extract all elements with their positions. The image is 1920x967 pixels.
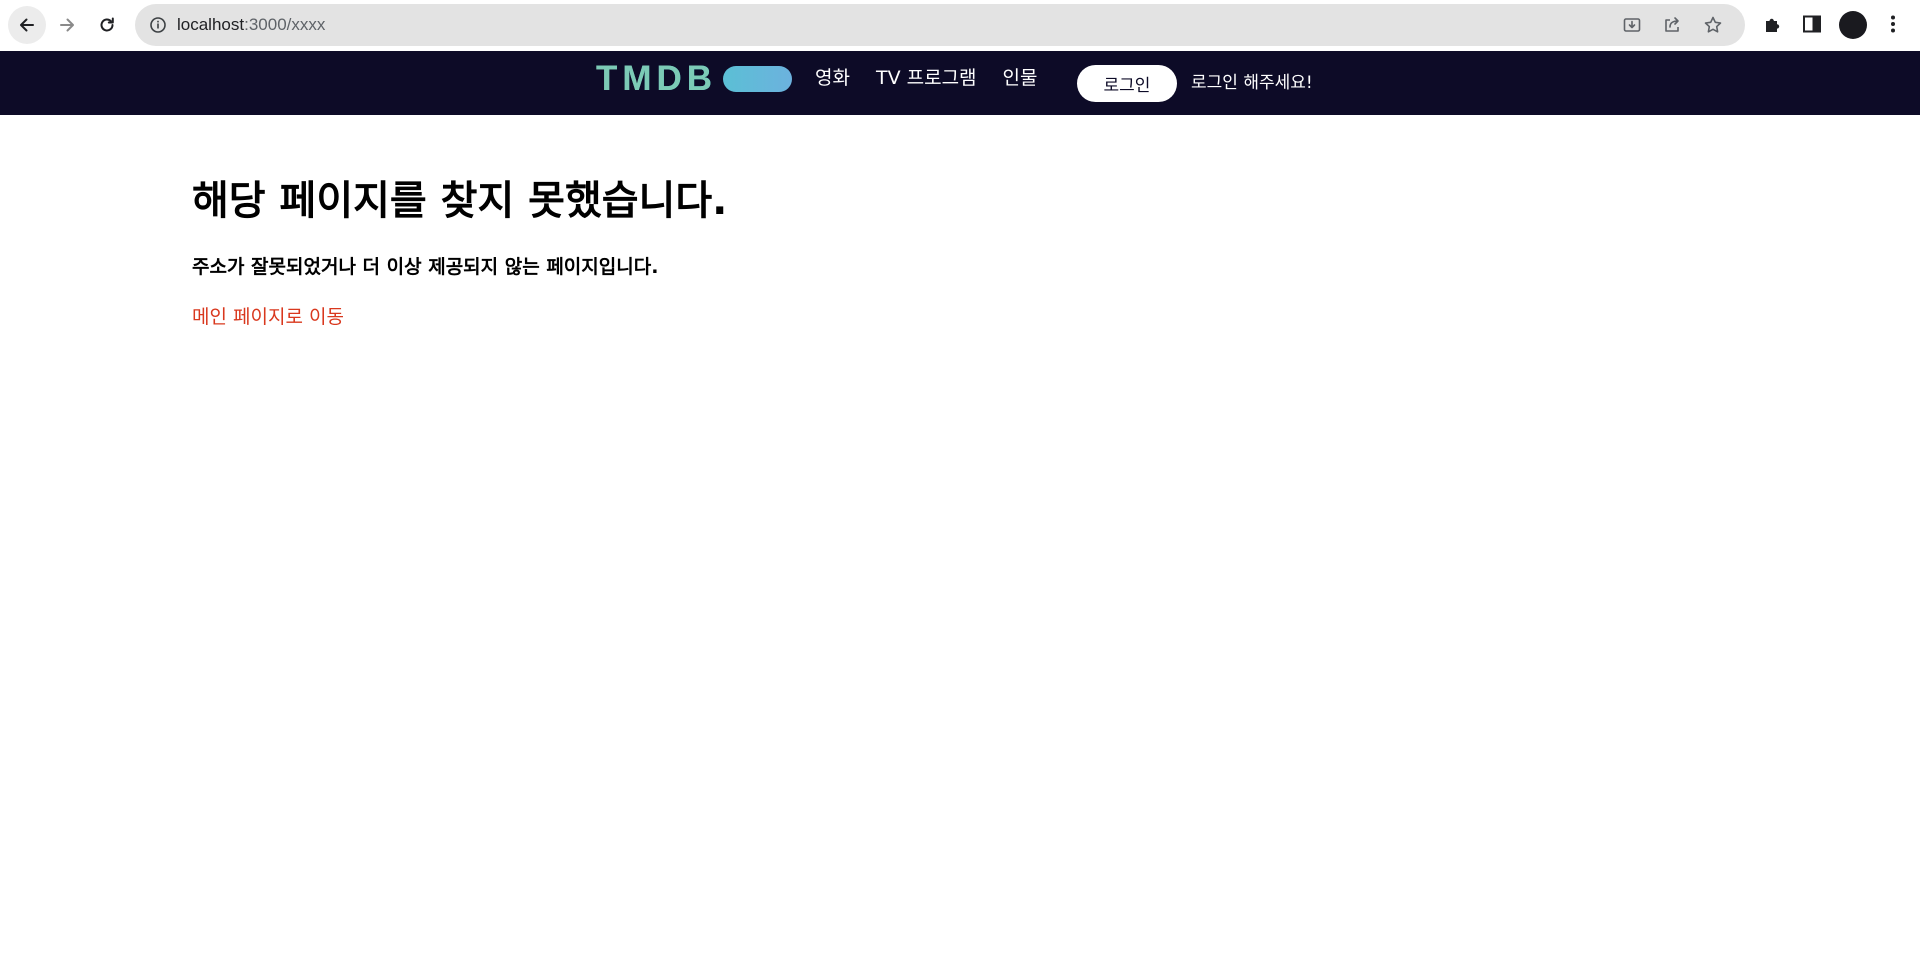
url-path: :3000/xxxx — [244, 15, 326, 34]
reload-button[interactable] — [88, 6, 126, 44]
login-button[interactable]: 로그인 — [1077, 65, 1177, 102]
share-icon[interactable] — [1662, 15, 1682, 35]
side-panel-icon[interactable] — [1801, 13, 1823, 35]
login-message: 로그인 해주세요! — [1191, 73, 1313, 93]
page-description: 주소가 잘못되었거나 더 이상 제공되지 않는 페이지입니다. — [192, 256, 659, 278]
arrow-left-icon — [20, 18, 34, 32]
arrow-right-icon — [60, 18, 74, 32]
tmdb-logo[interactable]: TMDB — [596, 59, 793, 99]
main-nav: 영화 TV 프로그램 인물 — [815, 65, 1064, 91]
browser-toolbar: localhost:3000/xxxx — [0, 0, 1920, 51]
back-button[interactable] — [8, 6, 46, 44]
logo-text: TMDB — [596, 59, 718, 98]
info-icon[interactable] — [149, 16, 167, 34]
page-title: 해당 페이지를 찾지 못했습니다. — [192, 178, 728, 224]
url-text[interactable]: localhost:3000/xxxx — [177, 14, 325, 36]
forward-button[interactable] — [48, 6, 86, 44]
home-link[interactable]: 메인 페이지로 이동 — [192, 303, 344, 331]
nav-item-people[interactable]: 인물 — [1003, 65, 1038, 91]
url-host: localhost — [177, 15, 245, 34]
puzzle-icon[interactable] — [1762, 13, 1784, 35]
logo-pill — [723, 66, 793, 92]
main-content: 해당 페이지를 찾지 못했습니다. 주소가 잘못되었거나 더 이상 제공되지 않… — [192, 115, 1692, 331]
address-bar[interactable]: localhost:3000/xxxx — [135, 4, 1745, 46]
nav-item-movies[interactable]: 영화 — [815, 65, 850, 91]
reload-icon — [100, 17, 114, 32]
star-icon[interactable] — [1703, 15, 1723, 35]
nav-item-tv[interactable]: TV 프로그램 — [876, 65, 977, 91]
profile-avatar[interactable] — [1839, 11, 1867, 39]
kebab-menu-icon[interactable] — [1882, 13, 1904, 35]
site-header: TMDB 영화 TV 프로그램 인물 로그인 로그인 해주세요! — [0, 51, 1920, 115]
install-app-icon[interactable] — [1622, 15, 1642, 35]
